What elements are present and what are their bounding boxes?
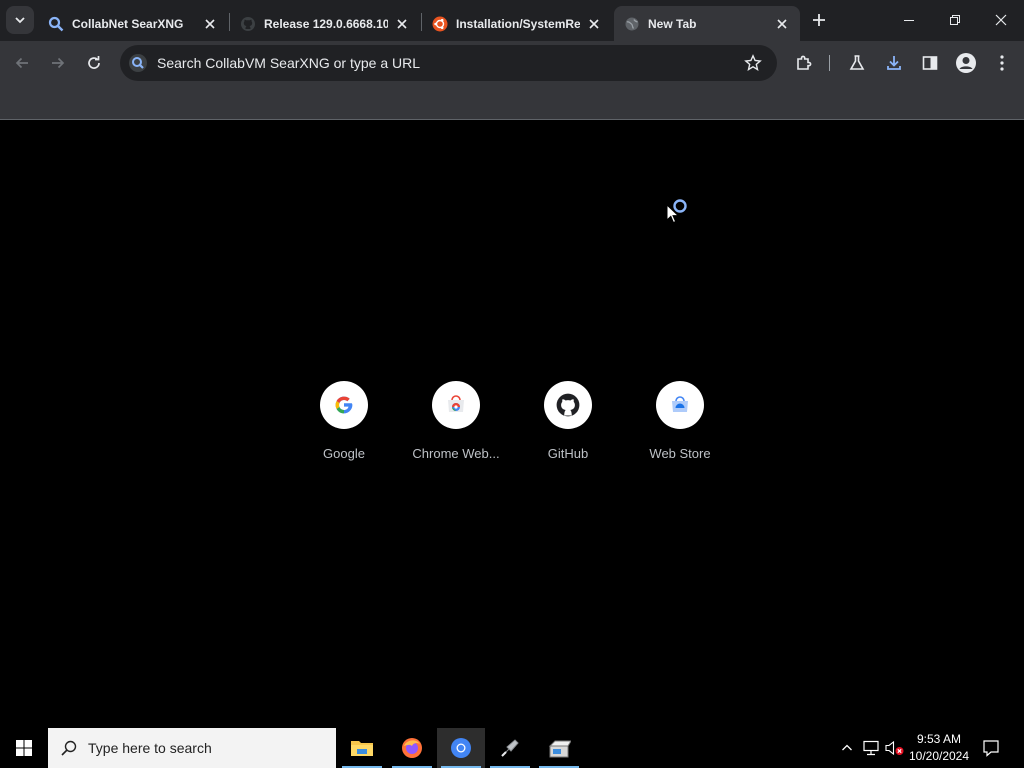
firefox-icon (402, 738, 422, 758)
chrome-web-store-icon (448, 395, 464, 412)
arrow-left-icon (15, 57, 28, 69)
taskbar-clock[interactable]: 9:53 AM 10/20/2024 (904, 731, 974, 765)
restore-button[interactable] (932, 0, 978, 40)
tab-new-tab[interactable]: New Tab (614, 6, 800, 41)
puzzle-icon (797, 55, 812, 70)
windows-taskbar: Type here to search 9:53 AM 10/20/2024 (0, 728, 1024, 768)
minimize-button[interactable] (886, 0, 932, 40)
search-icon (129, 54, 147, 72)
github-icon (241, 16, 255, 31)
shortcut-label: GitHub (547, 446, 589, 461)
tab-collabnet-searxng[interactable]: CollabNet SearXNG (38, 6, 228, 41)
windows-logo-icon (16, 740, 32, 756)
close-window-button[interactable] (978, 0, 1024, 40)
taskbar-search-box[interactable]: Type here to search (48, 728, 336, 768)
tab-title: CollabNet SearXNG (72, 16, 184, 31)
installer-icon (548, 740, 571, 758)
start-button[interactable] (0, 728, 48, 768)
clock-time: 9:53 AM (916, 732, 962, 746)
tab-title: New Tab (648, 16, 697, 31)
tab-title: Release 129.0.6668.100 (264, 16, 388, 31)
chrome-icon (451, 738, 471, 758)
shortcut-icon-tile (432, 381, 480, 429)
star-icon[interactable] (744, 54, 762, 72)
tray-network[interactable] (861, 738, 881, 758)
profile-button[interactable] (952, 49, 980, 77)
close-icon (995, 14, 1007, 26)
tab-strip: CollabNet SearXNG Release 129.0.6668.100… (0, 0, 1024, 41)
shortcut-label: Web Store (649, 446, 711, 461)
labs-button[interactable] (843, 49, 871, 77)
download-icon (887, 56, 901, 70)
shortcut-web-store[interactable]: Web Store (624, 381, 736, 481)
forward-button[interactable] (44, 49, 72, 77)
address-bar[interactable]: Search CollabVM SearXNG or type a URL (120, 45, 777, 81)
web-store-icon (672, 396, 688, 412)
menu-button[interactable] (988, 49, 1016, 77)
shortcut-label: Google (323, 446, 365, 461)
close-icon[interactable] (774, 16, 790, 32)
toolbar-divider (829, 55, 830, 71)
browser-toolbar: Search CollabVM SearXNG or type a URL (0, 41, 1024, 85)
shortcut-icon-tile (544, 381, 592, 429)
bookmark-bar (0, 85, 1024, 120)
minimize-icon (904, 20, 914, 21)
taskbar-search-placeholder: Type here to search (88, 740, 212, 756)
search-icon (61, 740, 77, 756)
clock-date: 10/20/2024 (908, 749, 970, 763)
taskbar-chrome[interactable] (437, 728, 485, 768)
plus-icon (813, 14, 825, 26)
taskbar-installer[interactable] (535, 728, 583, 768)
chevron-up-icon (842, 744, 852, 751)
notification-icon (983, 740, 999, 757)
tab-title: Installation/SystemRequirements (456, 16, 580, 31)
shortcut-icon-tile (656, 381, 704, 429)
network-icon (863, 740, 879, 756)
taskbar-app[interactable] (486, 728, 534, 768)
side-panel-button[interactable] (916, 49, 944, 77)
chevron-down-icon (15, 17, 25, 24)
close-icon[interactable] (394, 16, 410, 32)
taskbar-firefox[interactable] (388, 728, 436, 768)
reload-button[interactable] (80, 49, 108, 77)
action-center-button[interactable] (981, 738, 1001, 758)
close-icon[interactable] (586, 16, 602, 32)
side-panel-icon (922, 56, 938, 70)
github-icon (556, 393, 580, 417)
back-button[interactable] (8, 49, 36, 77)
mouse-cursor-icon (666, 204, 680, 224)
shortcut-label: Chrome Web... (412, 446, 500, 461)
app-icon (501, 739, 519, 757)
taskbar-file-explorer[interactable] (338, 728, 386, 768)
shortcut-google[interactable]: Google (288, 381, 400, 481)
volume-muted-icon (885, 740, 904, 756)
file-explorer-icon (351, 741, 373, 756)
tab-search-button[interactable] (6, 6, 34, 34)
shortcut-icon-tile (320, 381, 368, 429)
shortcut-github[interactable]: GitHub (512, 381, 624, 481)
kebab-menu-icon (1000, 55, 1004, 71)
shortcut-chrome-web-store[interactable]: Chrome Web... (400, 381, 512, 481)
restore-icon (950, 15, 960, 25)
google-icon (335, 396, 353, 414)
downloads-button[interactable] (880, 49, 908, 77)
close-icon[interactable] (202, 16, 218, 32)
tray-overflow-button[interactable] (837, 738, 857, 758)
reload-icon (88, 56, 100, 69)
globe-icon (625, 17, 639, 30)
new-tab-button[interactable] (806, 7, 832, 33)
tab-release[interactable]: Release 129.0.6668.100 (230, 6, 420, 41)
avatar-icon (956, 53, 976, 73)
new-tab-page: Google Chrome Web... GitHub Web Store (0, 121, 1024, 728)
flask-icon (849, 55, 865, 70)
searxng-icon (48, 16, 64, 31)
ubuntu-icon (432, 16, 448, 31)
address-bar-placeholder: Search CollabVM SearXNG or type a URL (157, 55, 420, 71)
tray-volume[interactable] (885, 738, 905, 758)
tab-installation[interactable]: Installation/SystemRequirements (422, 6, 612, 41)
extensions-button[interactable] (790, 49, 818, 77)
arrow-right-icon (52, 57, 65, 69)
